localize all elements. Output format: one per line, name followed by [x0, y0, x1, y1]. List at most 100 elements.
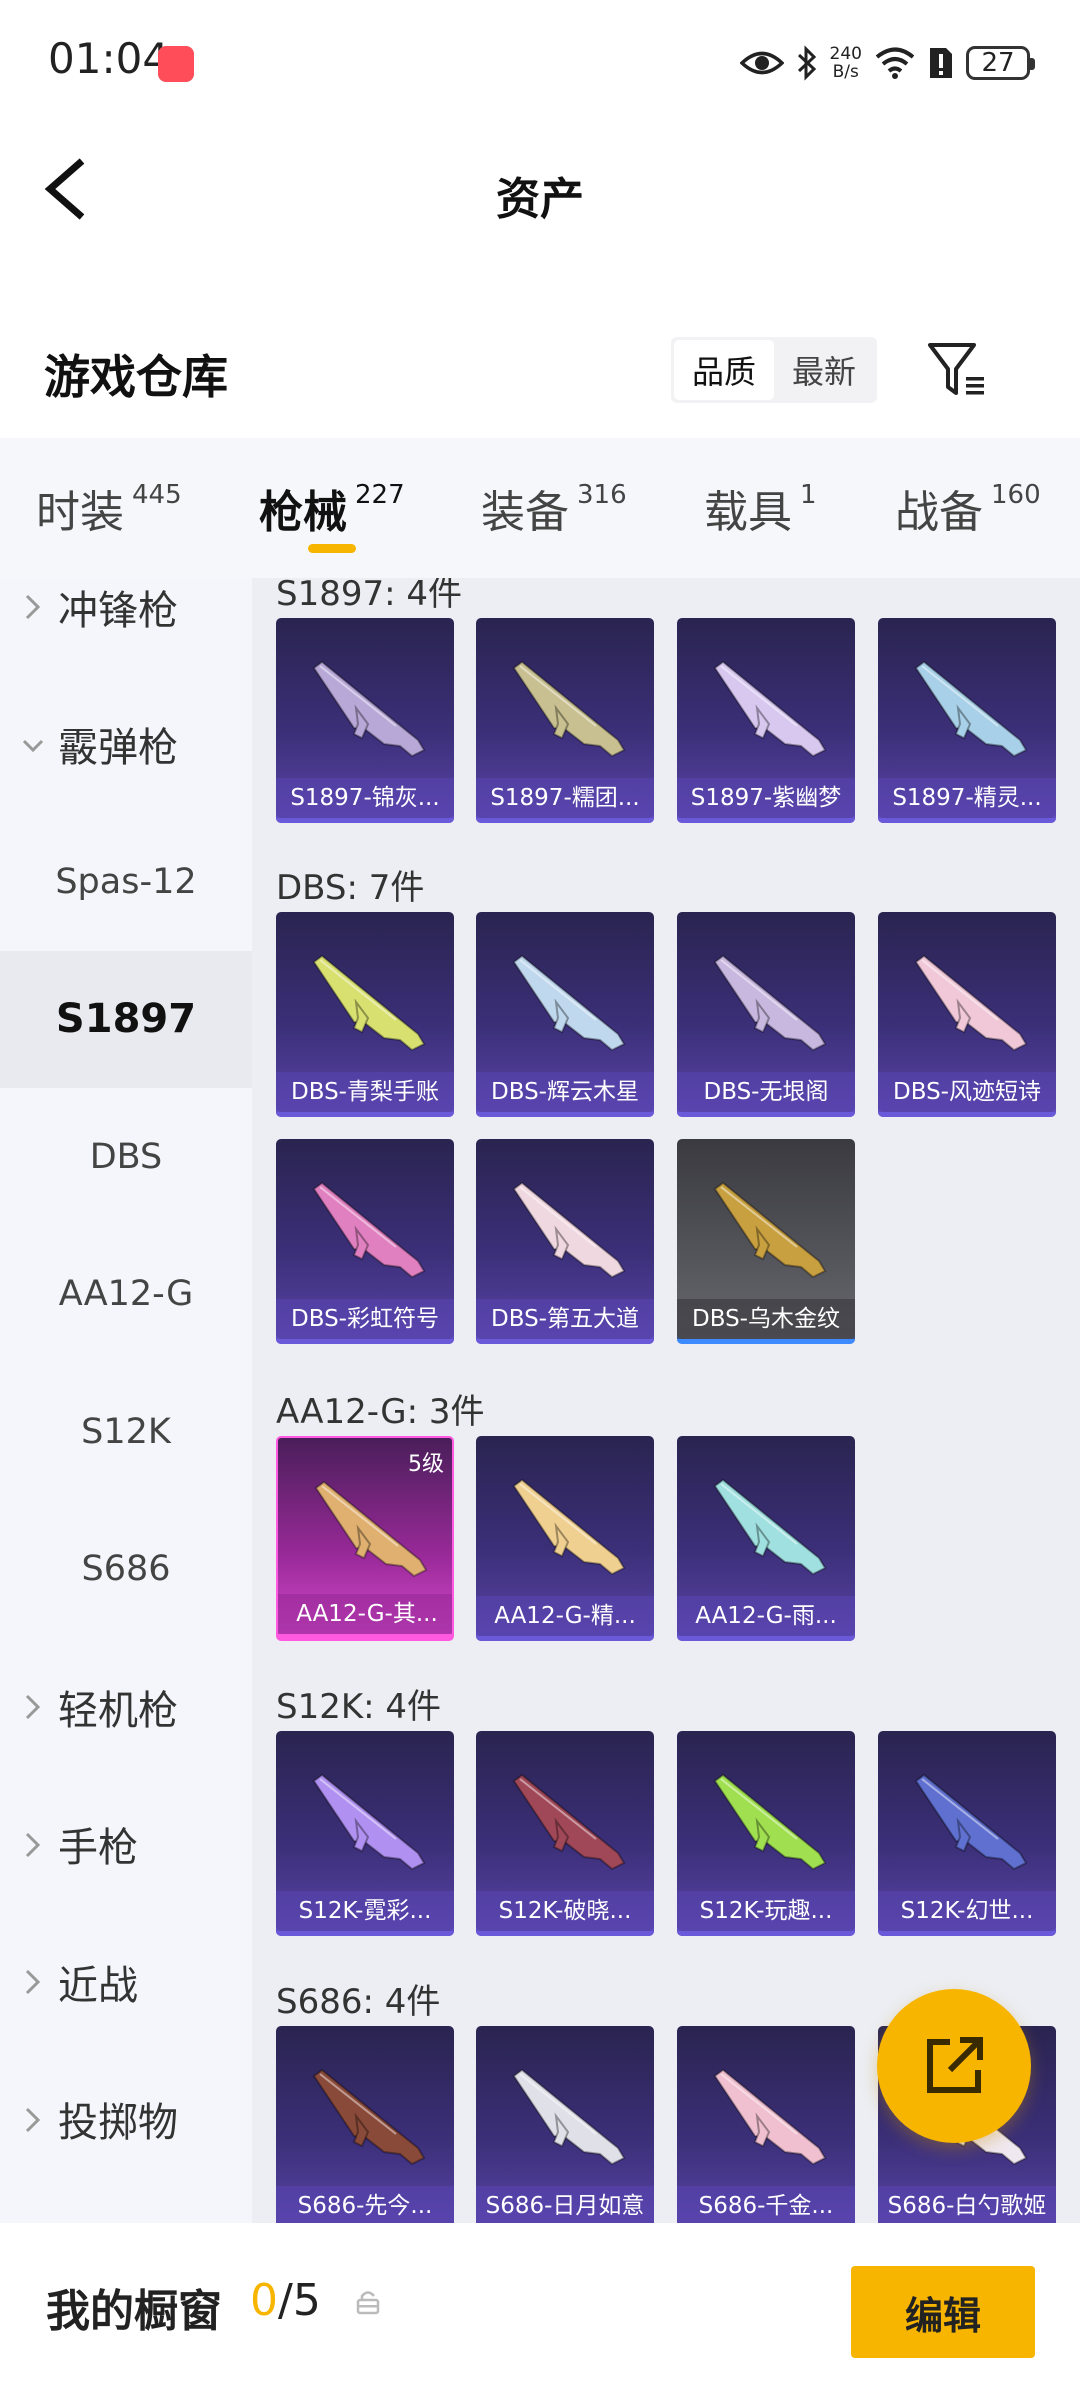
weapon-skin-icon	[713, 1181, 827, 1279]
weapon-card-label: DBS-青梨手账	[276, 1072, 454, 1112]
weapon-skin-icon	[512, 660, 626, 758]
sort-quality-button[interactable]: 品质	[674, 340, 774, 400]
weapon-card-label: S12K-幻世...	[878, 1891, 1056, 1931]
weapon-skin-icon	[512, 1181, 626, 1279]
tab-vehicles[interactable]: 载具 1	[704, 476, 817, 540]
tab-label: 时装	[36, 487, 124, 538]
sidebar-item-label: S12K	[81, 1411, 171, 1452]
external-link-icon	[927, 2037, 983, 2093]
tab-count: 1	[800, 480, 817, 510]
weapon-skin-icon	[312, 660, 426, 758]
weapon-card-label: DBS-无垠阁	[677, 1072, 855, 1112]
nav-bar: 资产	[0, 125, 1080, 250]
status-icons: 240 B/s 27	[739, 38, 1035, 88]
edit-button[interactable]: 编辑	[851, 2266, 1035, 2358]
weapon-card-label: DBS-辉云木星	[476, 1072, 654, 1112]
sidebar-item-label: 冲锋枪	[58, 587, 178, 634]
weapon-card-label: S12K-霓彩...	[276, 1891, 454, 1931]
sidebar-item[interactable]: 轻机枪	[0, 1638, 252, 1775]
tab-fashion[interactable]: 时装 445	[36, 476, 182, 540]
tab-count: 227	[355, 480, 405, 510]
weapon-skin-icon	[314, 1480, 428, 1578]
page-title: 资产	[496, 174, 584, 225]
chevron-right-icon	[25, 1832, 41, 1857]
weapon-skin-icon	[713, 660, 827, 758]
weapon-card[interactable]: S12K-幻世...	[878, 1731, 1056, 1936]
weapon-card[interactable]: S686-千金...	[677, 2026, 855, 2223]
weapon-card[interactable]: DBS-第五大道	[476, 1139, 654, 1344]
weapon-card[interactable]: DBS-辉云木星	[476, 912, 654, 1117]
weapon-card-label: AA12-G-雨...	[677, 1596, 855, 1636]
warehouse-header: 游戏仓库 品质 最新	[0, 315, 1080, 425]
sidebar-item-label: 霰弹枪	[58, 725, 178, 771]
weapon-card-label: DBS-第五大道	[476, 1299, 654, 1339]
sidebar-item-label: 手枪	[58, 1825, 138, 1871]
weapon-card[interactable]: 5级 AA12-G-其...	[276, 1436, 454, 1641]
weapon-card[interactable]: DBS-无垠阁	[677, 912, 855, 1117]
sidebar-item[interactable]: 霰弹枪	[0, 676, 252, 813]
weapon-card[interactable]: S1897-紫幽梦	[677, 618, 855, 823]
weapon-card-label: S686-先今...	[276, 2186, 454, 2223]
weapon-card-label: S1897-精灵...	[878, 778, 1056, 818]
weapon-skin-icon	[512, 954, 626, 1052]
weapon-card[interactable]: S12K-玩趣...	[677, 1731, 855, 1936]
tab-equipment[interactable]: 装备 316	[481, 476, 627, 540]
weapon-skin-icon	[512, 1478, 626, 1576]
active-tab-indicator	[308, 544, 356, 553]
weapon-card-label: AA12-G-精...	[476, 1596, 654, 1636]
sidebar-item[interactable]: Spas-12	[0, 813, 252, 950]
sidebar-item[interactable]: S686	[0, 1501, 252, 1638]
filter-icon[interactable]	[926, 339, 988, 401]
weapon-card[interactable]: S1897-锦灰...	[276, 618, 454, 823]
sidebar-item[interactable]: DBS	[0, 1088, 252, 1225]
sidebar-item-label: AA12-G	[58, 1274, 194, 1314]
weapon-skin-icon	[312, 1773, 426, 1871]
weapon-card[interactable]: DBS-彩虹符号	[276, 1139, 454, 1344]
net-speed: 240 B/s	[830, 45, 862, 81]
weapon-card[interactable]: S12K-破晓...	[476, 1731, 654, 1936]
weapon-card-label: S1897-糯团...	[476, 778, 654, 818]
weapon-card[interactable]: DBS-乌木金纹	[677, 1139, 855, 1344]
sidebar-item[interactable]: AA12-G	[0, 1226, 252, 1363]
chevron-down-icon	[22, 739, 44, 752]
sidebar-item-label: DBS	[89, 1136, 163, 1177]
battery-indicator: 27	[966, 46, 1035, 80]
weapon-grid: S1897: 4件 S1897-锦灰... S1897-糯团... S1897-紫幽梦…	[252, 578, 1080, 2223]
weapon-card[interactable]: AA12-G-雨...	[677, 1436, 855, 1641]
weapon-card[interactable]: S12K-霓彩...	[276, 1731, 454, 1936]
tab-count: 316	[577, 480, 627, 510]
weapon-card[interactable]: S1897-糯团...	[476, 618, 654, 823]
sort-toggle: 品质 最新	[671, 337, 877, 403]
weapon-card-label: AA12-G-其...	[278, 1594, 452, 1634]
group-title: S12K: 4件	[276, 1687, 442, 1727]
weapon-card[interactable]: DBS-青梨手账	[276, 912, 454, 1117]
sidebar-item[interactable]: 手枪	[0, 1776, 252, 1913]
tab-count: 160	[991, 480, 1041, 510]
chevron-right-icon	[25, 594, 41, 620]
weapon-card-label: S686-白勺歌姬	[878, 2186, 1056, 2223]
weapon-card[interactable]: DBS-风迹短诗	[878, 912, 1056, 1117]
sidebar-item[interactable]: 近战	[0, 1913, 252, 2050]
weapon-card[interactable]: S1897-精灵...	[878, 618, 1056, 823]
weapon-card[interactable]: AA12-G-精...	[476, 1436, 654, 1641]
status-bar: 01:04 240 B/s 27	[0, 0, 1080, 125]
group-title: S1897: 4件	[276, 578, 463, 614]
sidebar-item[interactable]: 冲锋枪	[0, 578, 252, 675]
chevron-right-icon	[25, 2107, 41, 2132]
weapon-skin-icon	[312, 954, 426, 1052]
tab-count: 445	[132, 480, 182, 510]
sidebar-item[interactable]: 投掷物	[0, 2051, 252, 2188]
sidebar-item[interactable]: S1897	[0, 950, 252, 1088]
tab-label: 载具	[704, 487, 792, 538]
share-button[interactable]	[877, 1989, 1031, 2143]
tab-battle-prep[interactable]: 战备 160	[895, 476, 1041, 540]
chevron-right-icon	[25, 1694, 41, 1720]
tab-firearms[interactable]: 枪械 227	[259, 476, 405, 540]
weapon-card[interactable]: S686-日月如意	[476, 2026, 654, 2223]
weapon-skin-icon	[713, 1478, 827, 1576]
weapon-card[interactable]: S686-先今...	[276, 2026, 454, 2223]
sidebar-item[interactable]: S12K	[0, 1363, 252, 1500]
sidebar-item-label: S1897	[55, 996, 197, 1042]
sort-latest-button[interactable]: 最新	[774, 340, 874, 400]
chevron-right-icon	[25, 1969, 41, 1995]
